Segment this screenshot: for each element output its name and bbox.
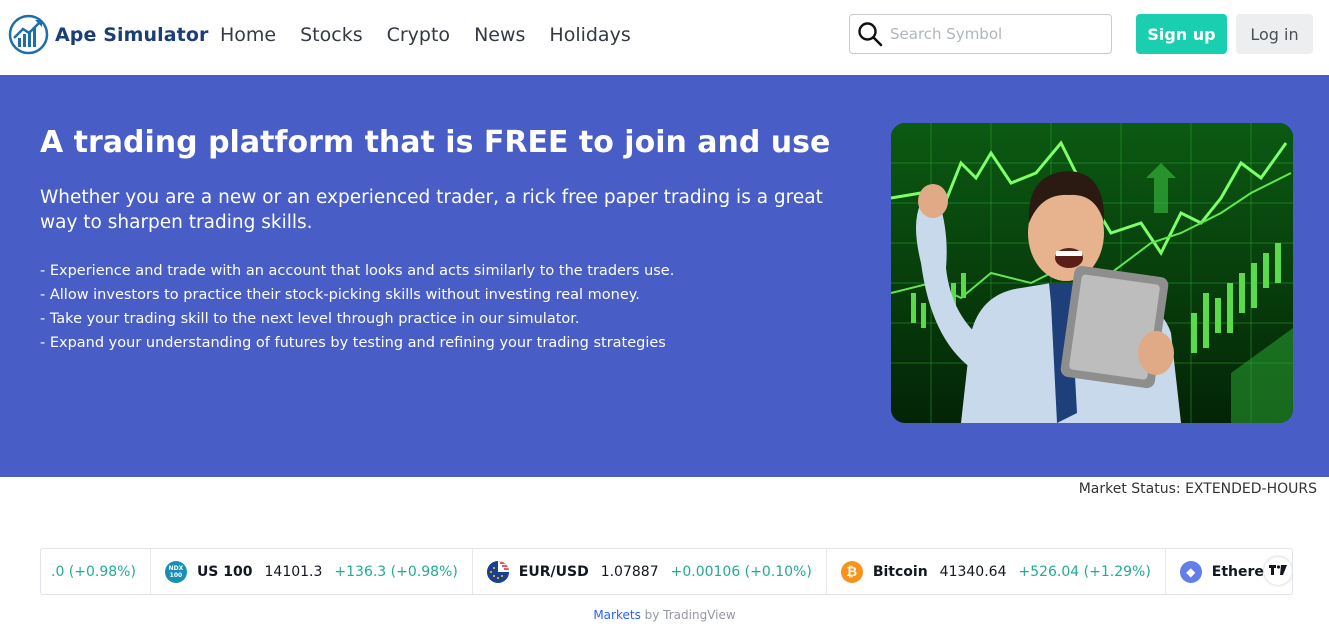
nav-stocks[interactable]: Stocks: [288, 22, 374, 48]
brand-name: Ape Simulator: [55, 23, 209, 46]
hero-bullet: - Allow investors to practice their stoc…: [40, 287, 640, 303]
ticker-item-bitcoin[interactable]: ₿ Bitcoin 41340.64 +526.04 (+1.29%): [827, 549, 1166, 594]
hero-title: A trading platform that is FREE to join …: [40, 125, 831, 160]
ticker-item[interactable]: .0 (+0.98%): [41, 549, 151, 594]
login-button[interactable]: Log in: [1236, 14, 1313, 54]
nav-crypto[interactable]: Crypto: [375, 22, 462, 48]
attribution-text: by TradingView: [640, 608, 736, 622]
ticker-change: +0.00106 (+0.10%): [670, 563, 812, 580]
ticker-track: .0 (+0.98%) NDX 100 US 100 14101.3 +136.3…: [41, 549, 1292, 594]
ticker-name: EUR/USD: [518, 563, 589, 580]
hero-section: A trading platform that is FREE to join …: [0, 75, 1329, 477]
signup-button[interactable]: Sign up: [1136, 14, 1227, 54]
hero-bullet: - Expand your understanding of futures b…: [40, 335, 666, 351]
nav-news[interactable]: News: [462, 22, 537, 48]
trader-illustration: [891, 123, 1293, 423]
search-input[interactable]: [890, 25, 1090, 43]
ticker-change: +136.3 (+0.98%): [334, 563, 458, 580]
main-nav: Home Stocks Crypto News Holidays: [208, 22, 643, 48]
ticker-price: 14101.3: [264, 563, 323, 580]
search-icon: [858, 22, 883, 47]
ticker-price: 41340.64: [939, 563, 1007, 580]
search-box[interactable]: [849, 14, 1112, 54]
ticker-change: .0 (+0.98%): [51, 563, 136, 580]
hero-bullet: - Take your trading skill to the next le…: [40, 311, 580, 327]
nav-holidays[interactable]: Holidays: [537, 22, 642, 48]
ticker-item-us100[interactable]: NDX 100 US 100 14101.3 +136.3 (+0.98%): [151, 549, 473, 594]
nav-home[interactable]: Home: [208, 22, 288, 48]
eu-us-flag-icon: [486, 560, 509, 583]
bitcoin-icon: ₿: [840, 560, 863, 583]
markets-link[interactable]: Markets: [593, 608, 641, 622]
hero-bullet: - Experience and trade with an account t…: [40, 263, 675, 279]
ticker-name: US 100: [196, 563, 253, 580]
hero-lead: Whether you are a new or an experienced …: [40, 187, 823, 233]
brand-link[interactable]: Ape Simulator: [8, 14, 208, 55]
tradingview-attribution: Markets by TradingView: [0, 608, 1329, 622]
tradingview-logo-icon[interactable]: [1264, 557, 1292, 585]
ticker-change: +526.04 (+1.29%): [1018, 563, 1151, 580]
navbar: Ape Simulator Home Stocks Crypto News Ho…: [0, 0, 1329, 75]
hero-bullets: - Experience and trade with an account t…: [40, 259, 674, 355]
market-status: Market Status: EXTENDED-HOURS: [1078, 481, 1317, 497]
ticker-item-eurusd[interactable]: EUR/USD 1.07887 +0.00106 (+0.10%): [473, 549, 827, 594]
ticker-name: Bitcoin: [872, 563, 928, 580]
ndx-icon: NDX 100: [164, 560, 187, 583]
ethereum-icon: ◆: [1179, 560, 1202, 583]
hero-image: [891, 123, 1293, 423]
chart-growth-icon: [8, 14, 49, 55]
ticker-tape[interactable]: .0 (+0.98%) NDX 100 US 100 14101.3 +136.3…: [40, 548, 1293, 595]
ticker-price: 1.07887: [600, 563, 659, 580]
